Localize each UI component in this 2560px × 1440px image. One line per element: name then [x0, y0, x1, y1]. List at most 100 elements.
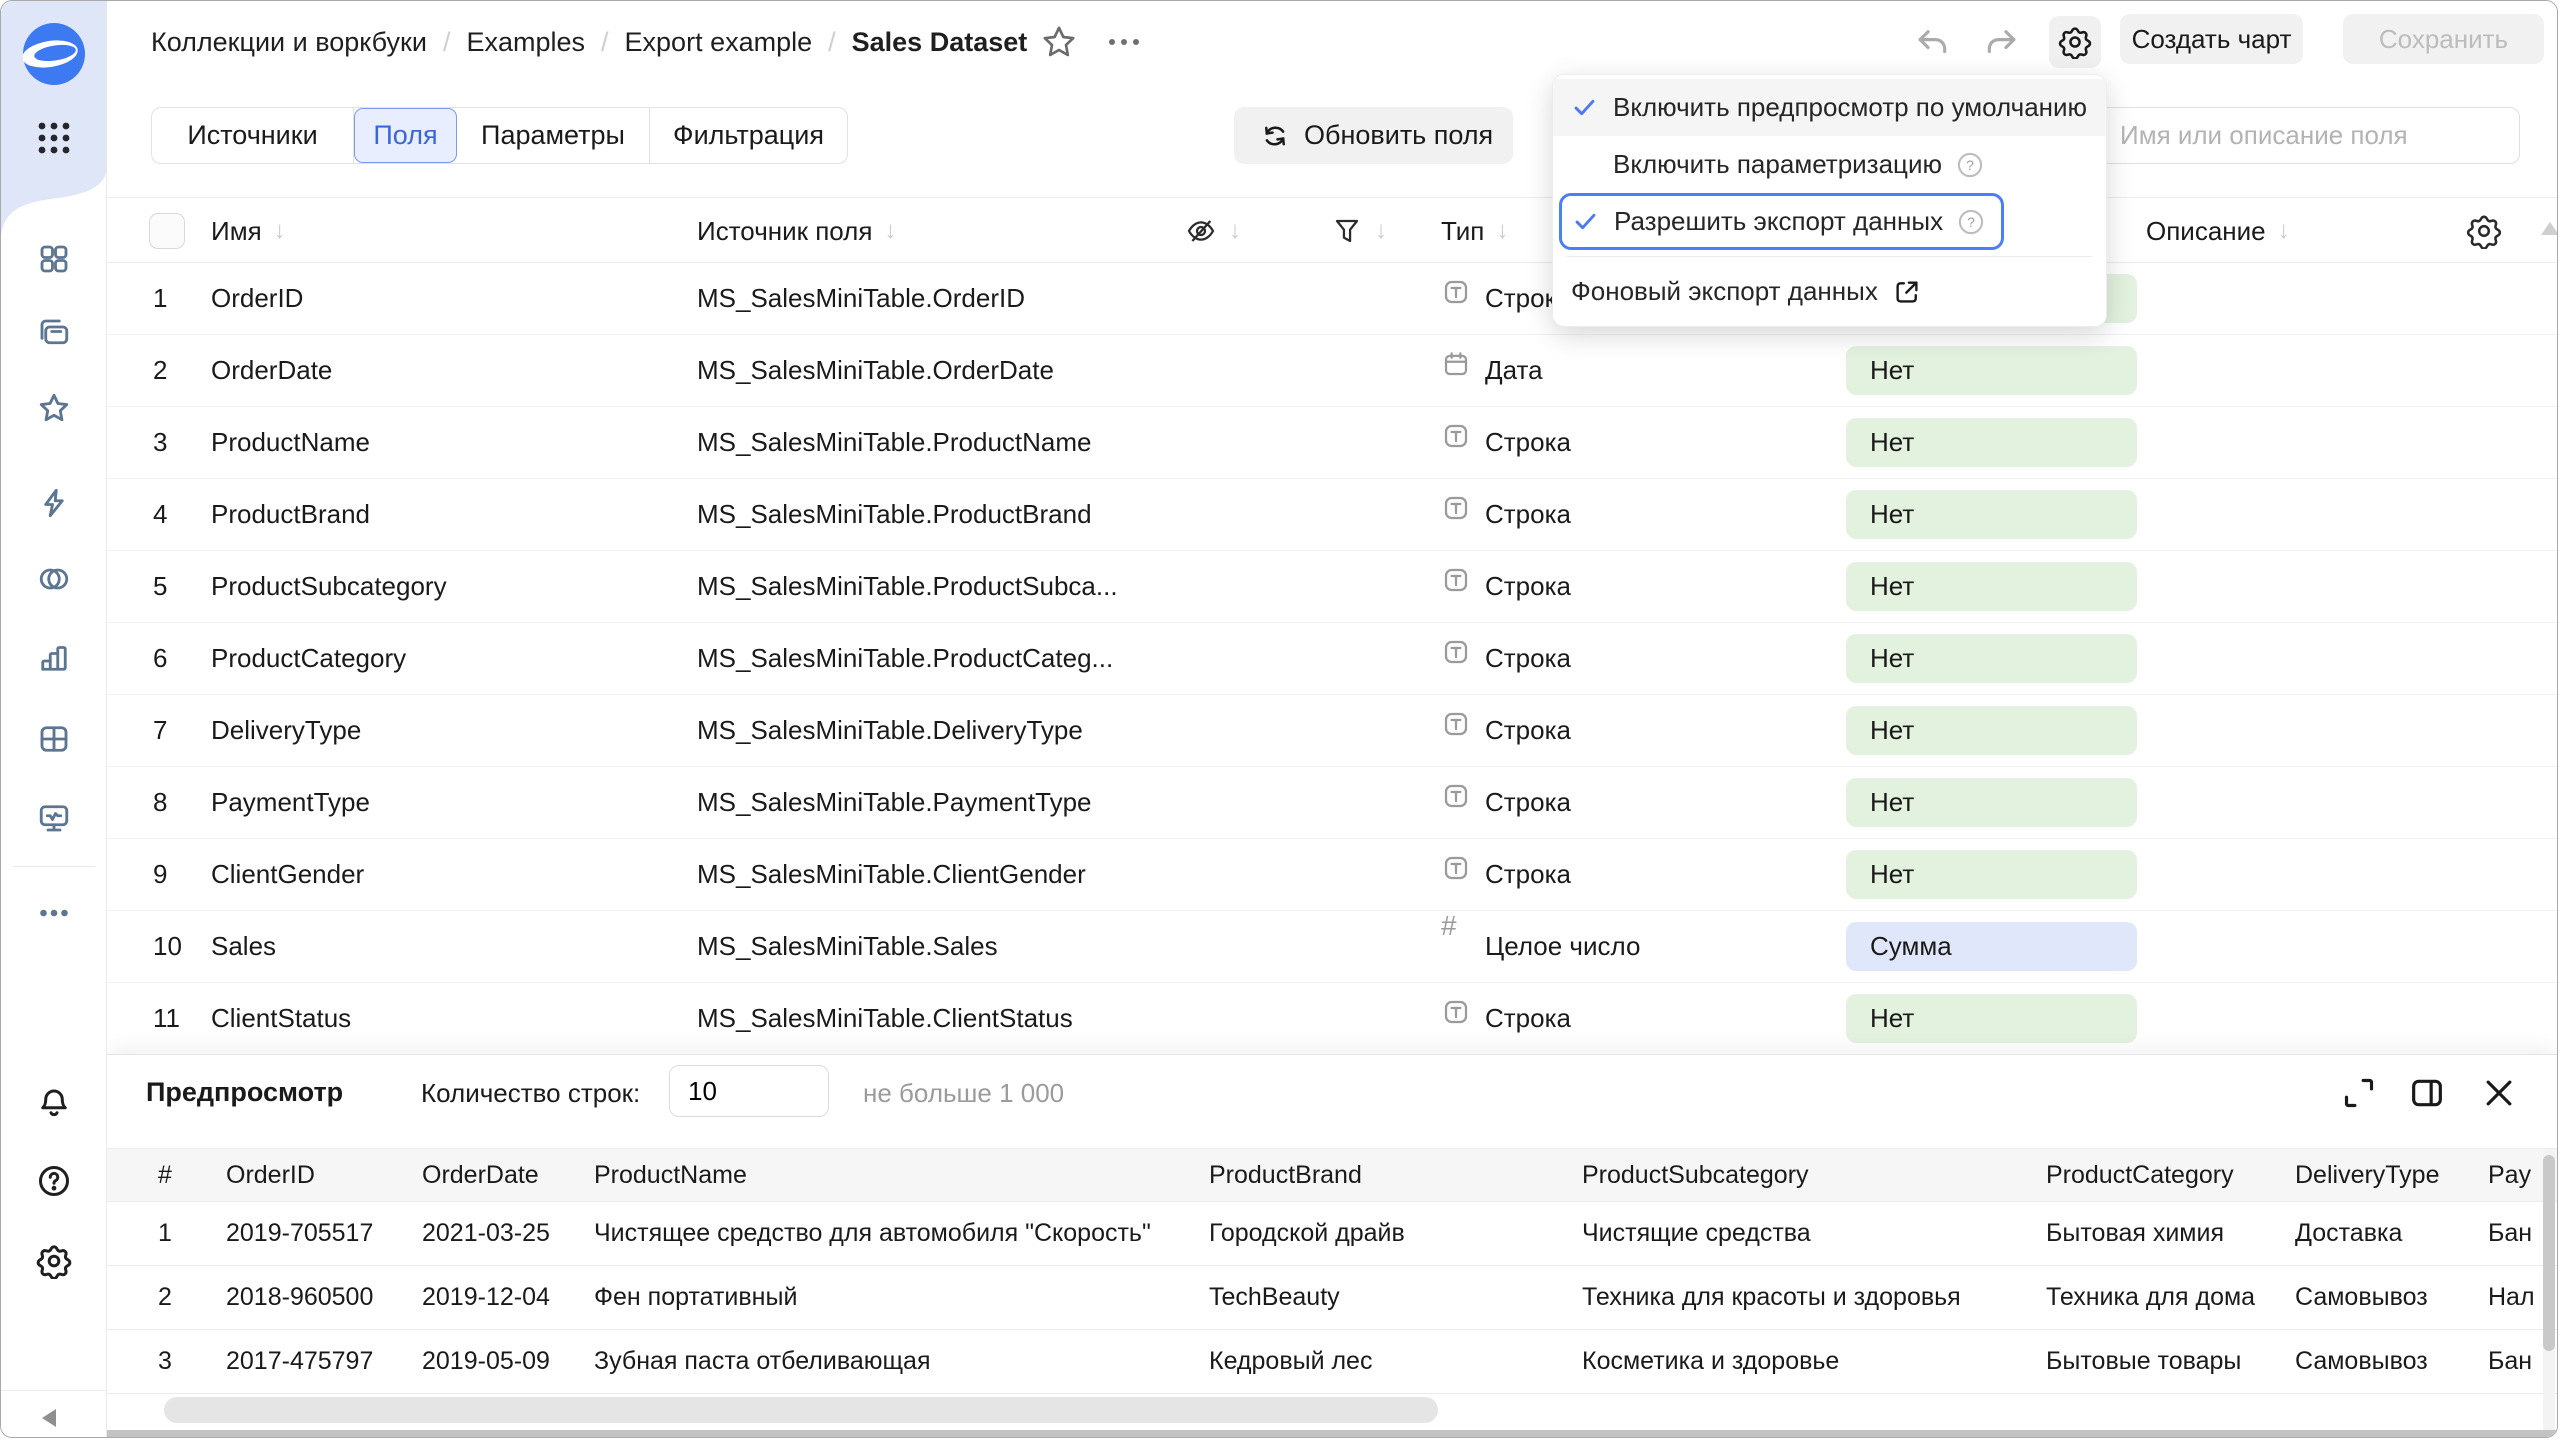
aggregation-select[interactable]: Нет	[1846, 418, 2137, 467]
save-button[interactable]: Сохранить	[2343, 14, 2544, 64]
datalens-logo-icon[interactable]	[23, 23, 85, 85]
field-name[interactable]: Sales	[211, 911, 276, 982]
field-row[interactable]: 10SalesMS_SalesMiniTable.Sales#Целое чис…	[107, 911, 2557, 983]
field-row[interactable]: 7DeliveryTypeMS_SalesMiniTable.DeliveryT…	[107, 695, 2557, 767]
dashboards-grid-icon[interactable]	[36, 241, 72, 277]
field-type[interactable]: Строка	[1485, 407, 1571, 478]
column-header-filter[interactable]: ↓	[1331, 198, 1387, 264]
row-count-input[interactable]	[669, 1065, 829, 1117]
field-row[interactable]: 4ProductBrandMS_SalesMiniTable.ProductBr…	[107, 479, 2557, 551]
help-icon[interactable]	[36, 1163, 72, 1199]
field-name[interactable]: ProductName	[211, 407, 370, 478]
field-name[interactable]: ClientStatus	[211, 983, 351, 1054]
field-type[interactable]: Целое число	[1485, 911, 1640, 982]
field-row[interactable]: 8PaymentTypeMS_SalesMiniTable.PaymentTyp…	[107, 767, 2557, 839]
tab-2[interactable]: Параметры	[457, 108, 650, 163]
column-header-source[interactable]: Источник поля↓	[697, 198, 896, 264]
field-name[interactable]: ProductCategory	[211, 623, 406, 694]
preview-cell: 2019-12-04	[422, 1283, 594, 1312]
favorite-star-icon[interactable]	[1039, 22, 1079, 62]
notifications-bell-icon[interactable]	[36, 1085, 72, 1121]
breadcrumb-item[interactable]: Коллекции и воркбуки	[151, 27, 427, 58]
datasets-venn-icon[interactable]	[36, 561, 72, 597]
connections-bolt-icon[interactable]	[36, 485, 72, 521]
column-header-type[interactable]: Тип↓	[1441, 198, 1508, 264]
scroll-up-arrow[interactable]	[2541, 222, 2557, 235]
aggregation-select[interactable]: Нет	[1846, 994, 2137, 1043]
field-name[interactable]: ProductBrand	[211, 479, 370, 550]
preview-horizontal-scrollbar[interactable]	[164, 1397, 1438, 1423]
collections-icon[interactable]	[36, 315, 72, 351]
redo-icon[interactable]	[1983, 23, 2021, 61]
field-type[interactable]: Строка	[1485, 479, 1571, 550]
field-row[interactable]: 9ClientGenderMS_SalesMiniTable.ClientGen…	[107, 839, 2557, 911]
menu-item-2[interactable]: Разрешить экспорт данных?	[1559, 193, 2004, 250]
breadcrumb-item[interactable]: Examples	[466, 27, 585, 58]
aggregation-select[interactable]: Сумма	[1846, 922, 2137, 971]
field-type[interactable]: Строка	[1485, 983, 1571, 1054]
field-name[interactable]: DeliveryType	[211, 695, 361, 766]
field-type[interactable]: Дата	[1485, 335, 1543, 406]
preview-expand-icon[interactable]	[2339, 1073, 2379, 1113]
tab-3[interactable]: Фильтрация	[650, 108, 847, 163]
monitoring-icon[interactable]	[36, 800, 72, 836]
aggregation-select[interactable]: Нет	[1846, 634, 2137, 683]
column-header-visibility[interactable]: ↓	[1185, 198, 1241, 264]
field-type[interactable]: Строка	[1485, 695, 1571, 766]
field-row[interactable]: 5ProductSubcategoryMS_SalesMiniTable.Pro…	[107, 551, 2557, 623]
field-name[interactable]: ProductSubcategory	[211, 551, 447, 622]
column-header-name[interactable]: Имя↓	[211, 198, 286, 264]
sidebar-collapse-button[interactable]	[1, 1390, 106, 1438]
field-name[interactable]: OrderID	[211, 263, 303, 334]
field-name[interactable]: ClientGender	[211, 839, 364, 910]
menu-item-0[interactable]: Включить предпросмотр по умолчанию	[1553, 79, 2106, 136]
menu-help-icon[interactable]: ?	[1956, 151, 1984, 179]
menu-help-icon[interactable]: ?	[1957, 208, 1985, 236]
help-circle-icon[interactable]: ?	[1956, 151, 1984, 179]
menu-item-1[interactable]: Включить параметризацию?	[1553, 136, 2106, 193]
field-name[interactable]: OrderDate	[211, 335, 332, 406]
preview-close-icon[interactable]	[2479, 1073, 2519, 1113]
tab-1[interactable]: Поля	[354, 108, 457, 163]
undo-icon[interactable]	[1913, 23, 1951, 61]
field-row[interactable]: 3ProductNameMS_SalesMiniTable.ProductNam…	[107, 407, 2557, 479]
breadcrumb-more-icon[interactable]	[1102, 29, 1146, 55]
menu-item-3[interactable]: Фоновый экспорт данных	[1553, 263, 2106, 320]
refresh-fields-button[interactable]: Обновить поля	[1234, 107, 1513, 164]
aggregation-select[interactable]: Нет	[1846, 850, 2137, 899]
field-type[interactable]: Строка	[1485, 767, 1571, 838]
dataset-settings-gear-button[interactable]	[2049, 16, 2101, 68]
menu-external-link-icon	[1892, 277, 1922, 307]
field-row[interactable]: 2OrderDateMS_SalesMiniTable.OrderDateДат…	[107, 335, 2557, 407]
tables-icon[interactable]	[36, 721, 72, 757]
field-row[interactable]: 6ProductCategoryMS_SalesMiniTable.Produc…	[107, 623, 2557, 695]
field-name[interactable]: PaymentType	[211, 767, 370, 838]
help-circle-icon[interactable]: ?	[1957, 208, 1985, 236]
more-ellipsis-icon[interactable]	[36, 895, 72, 931]
breadcrumb-item[interactable]: Export example	[625, 27, 813, 58]
apps-grid-icon[interactable]	[36, 120, 72, 156]
column-header-description[interactable]: Описание↓	[2146, 198, 2290, 264]
field-row[interactable]: 1OrderIDMS_SalesMiniTable.OrderIDСтрокаН…	[107, 263, 2557, 335]
field-type[interactable]: Строка	[1485, 839, 1571, 910]
charts-icon[interactable]	[36, 640, 72, 676]
preview-vertical-scrollbar[interactable]	[2543, 1155, 2555, 1351]
window-horizontal-scrollbar[interactable]	[107, 1430, 2557, 1438]
field-type[interactable]: Строка	[1485, 623, 1571, 694]
aggregation-select[interactable]: Нет	[1846, 490, 2137, 539]
aggregation-select[interactable]: Нет	[1846, 346, 2137, 395]
field-row[interactable]: 11ClientStatusMS_SalesMiniTable.ClientSt…	[107, 983, 2557, 1054]
favorites-star-icon[interactable]	[36, 390, 72, 426]
aggregation-select[interactable]: Нет	[1846, 562, 2137, 611]
select-all-checkbox[interactable]	[149, 213, 185, 249]
settings-gear-icon[interactable]	[36, 1243, 72, 1279]
table-settings-gear-icon[interactable]	[2466, 213, 2502, 249]
create-chart-button[interactable]: Создать чарт	[2120, 14, 2303, 64]
field-search-input[interactable]	[2099, 107, 2520, 164]
aggregation-select[interactable]: Нет	[1846, 778, 2137, 827]
preview-split-view-icon[interactable]	[2407, 1073, 2447, 1113]
tab-0[interactable]: Источники	[152, 108, 354, 163]
aggregation-select[interactable]: Нет	[1846, 706, 2137, 755]
fields-table-rows: 1OrderIDMS_SalesMiniTable.OrderIDСтрокаН…	[107, 263, 2557, 1054]
field-type[interactable]: Строка	[1485, 551, 1571, 622]
